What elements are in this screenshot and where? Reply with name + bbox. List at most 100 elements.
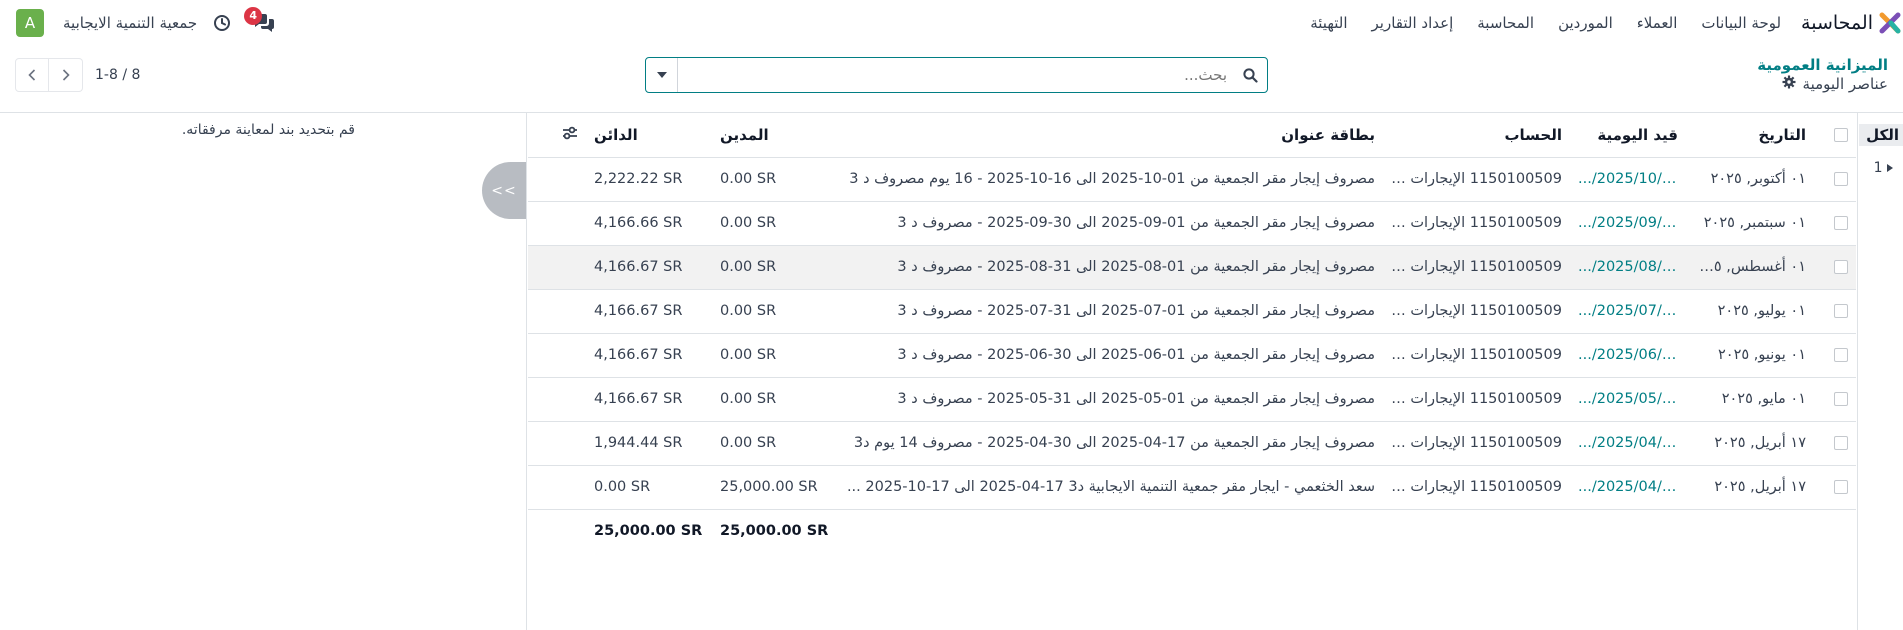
pager-next-button[interactable] xyxy=(49,58,83,92)
cell-credit: 4,166.67 SR xyxy=(586,245,712,290)
menu-accounting[interactable]: المحاسبة xyxy=(1477,14,1534,32)
cell-label: مصروف إيجار مقر الجمعية من 01-05-2025 ال… xyxy=(838,377,1383,422)
cell-date: ١٧ أبريل, ٢٠٢٥ xyxy=(1686,421,1814,466)
cell-credit: 0.00 SR xyxy=(586,465,712,510)
breadcrumb-balance-sheet[interactable]: الميزانية العمومية xyxy=(1757,56,1888,74)
cell-credit: 4,166.66 SR xyxy=(586,201,712,246)
cell-journal-entry[interactable]: .../2025/06/0016 xyxy=(1570,333,1686,378)
row-select-checkbox[interactable] xyxy=(1814,377,1856,422)
search-panel-item[interactable]: 1 xyxy=(1874,160,1893,176)
row-select-checkbox[interactable] xyxy=(1814,157,1856,202)
cell-account: 1150100509 الإيجارات - الم... xyxy=(1383,289,1570,334)
column-credit[interactable]: الدائن xyxy=(586,113,712,158)
cell-journal-entry[interactable]: .../2025/09/0003 xyxy=(1570,201,1686,246)
row-select-checkbox[interactable] xyxy=(1814,289,1856,334)
cell-label: مصروف إيجار مقر الجمعية من 01-07-2025 ال… xyxy=(838,289,1383,334)
cell-empty xyxy=(528,157,586,202)
company-switcher[interactable]: جمعية التنمية الايجابية xyxy=(63,14,197,32)
search-input[interactable] xyxy=(678,58,1233,92)
menu-configuration[interactable]: التهيئة xyxy=(1310,14,1347,32)
cell-date: ٠١ سبتمبر, ٢٠٢٥ xyxy=(1686,201,1814,246)
row-select-checkbox[interactable] xyxy=(1814,245,1856,290)
caret-right-icon xyxy=(1887,164,1893,172)
column-date[interactable]: التاريخ xyxy=(1686,113,1814,158)
attachment-hint: قم بتحديد بند لمعاينة مرفقاته. xyxy=(181,122,355,138)
row-select-checkbox[interactable] xyxy=(1814,201,1856,246)
cell-journal-entry[interactable]: .../2025/04/0021 xyxy=(1570,421,1686,466)
cell-account: 1150100509 الإيجارات - الم... xyxy=(1383,157,1570,202)
table-row[interactable]: ٠١ سبتمبر, ٢٠٢٥ .../2025/09/0003 1150100… xyxy=(528,201,1856,246)
search-bar xyxy=(645,57,1268,93)
search-options-toggle[interactable] xyxy=(646,58,678,92)
menu-vendors[interactable]: الموردين xyxy=(1558,14,1613,32)
cell-debit: 25,000.00 SR xyxy=(712,465,838,510)
table-header-row: التاريخ قيد اليومية الحساب بطاقة عنوان ا… xyxy=(528,113,1856,158)
caret-down-icon xyxy=(656,72,667,78)
cell-empty xyxy=(528,421,586,466)
activity-clock-icon[interactable] xyxy=(212,13,232,33)
app-logo-icon[interactable] xyxy=(1879,12,1901,34)
table-row[interactable]: ١٧ أبريل, ٢٠٢٥ .../2025/04/0021 11501005… xyxy=(528,421,1856,466)
row-select-checkbox[interactable] xyxy=(1814,421,1856,466)
cell-credit: 4,166.67 SR xyxy=(586,377,712,422)
table-row[interactable]: ٠١ يوليو, ٢٠٢٥ .../2025/07/0003 11501005… xyxy=(528,289,1856,334)
cell-credit: 4,166.67 SR xyxy=(586,333,712,378)
menu-dashboard[interactable]: لوحة البيانات xyxy=(1701,14,1781,32)
cell-empty xyxy=(528,289,586,334)
top-navbar: المحاسبة لوحة البيانات العملاء الموردين … xyxy=(0,0,1903,46)
column-journal-entry[interactable]: قيد اليومية xyxy=(1570,113,1686,158)
menu-customers[interactable]: العملاء xyxy=(1637,14,1678,32)
table-row[interactable]: ١٧ أبريل, ٢٠٢٥ .../2025/04/0003 11501005… xyxy=(528,465,1856,510)
optional-columns-toggle[interactable] xyxy=(528,113,586,158)
column-account[interactable]: الحساب xyxy=(1383,113,1570,158)
select-all-checkbox-cell[interactable] xyxy=(1814,113,1856,158)
cell-journal-entry[interactable]: .../2025/10/0003 xyxy=(1570,157,1686,202)
cell-empty xyxy=(528,201,586,246)
cell-journal-entry[interactable]: .../2025/08/0003 xyxy=(1570,245,1686,290)
table-row[interactable]: ٠١ أكتوبر, ٢٠٢٥ .../2025/10/0003 1150100… xyxy=(528,157,1856,202)
row-select-checkbox[interactable] xyxy=(1814,465,1856,510)
table-row[interactable]: ٠١ أغسطس, ٢٠٢٥ .../2025/08/0003 11501005… xyxy=(528,245,1856,290)
messages-button[interactable]: 4 xyxy=(244,7,277,36)
systray: A جمعية التنمية الايجابية 4 xyxy=(16,7,277,37)
cell-label: مصروف إيجار مقر الجمعية من 17-04-2025 ال… xyxy=(838,421,1383,466)
column-debit[interactable]: المدين xyxy=(712,113,838,158)
chevron-left-icon xyxy=(28,69,36,81)
cell-debit: 0.00 SR xyxy=(712,377,838,422)
cell-empty xyxy=(528,377,586,422)
journal-items-table: التاريخ قيد اليومية الحساب بطاقة عنوان ا… xyxy=(528,113,1856,553)
cell-journal-entry[interactable]: .../2025/05/0015 xyxy=(1570,377,1686,422)
cell-account: 1150100509 الإيجارات - الم... xyxy=(1383,245,1570,290)
app-name[interactable]: المحاسبة xyxy=(1801,12,1873,34)
cell-date: ٠١ أغسطس, ٢٠٢٥ xyxy=(1686,245,1814,290)
select-all-checkbox[interactable] xyxy=(1834,128,1848,143)
cell-journal-entry[interactable]: .../2025/07/0003 xyxy=(1570,289,1686,334)
user-avatar[interactable]: A xyxy=(16,9,44,37)
cell-label: مصروف إيجار مقر الجمعية من 01-10-2025 ال… xyxy=(838,157,1383,202)
search-panel: الكل 1 xyxy=(1857,113,1903,630)
row-select-checkbox[interactable] xyxy=(1814,333,1856,378)
pager-value[interactable]: 1-8 / 8 xyxy=(95,67,140,83)
menu-reporting[interactable]: إعداد التقارير xyxy=(1372,14,1454,32)
cell-label: مصروف إيجار مقر الجمعية من 01-08-2025 ال… xyxy=(838,245,1383,290)
search-icon[interactable] xyxy=(1233,58,1267,92)
cell-empty xyxy=(528,333,586,378)
pager: 1-8 / 8 xyxy=(15,58,140,92)
table-row[interactable]: ٠١ يونيو, ٢٠٢٥ .../2025/06/0016 11501005… xyxy=(528,333,1856,378)
main-menu: المحاسبة لوحة البيانات العملاء الموردين … xyxy=(1286,0,1903,46)
cell-credit: 1,944.44 SR xyxy=(586,421,712,466)
table-row[interactable]: ٠١ مايو, ٢٠٢٥ .../2025/05/0015 115010050… xyxy=(528,377,1856,422)
gear-icon[interactable] xyxy=(1782,75,1796,93)
column-label[interactable]: بطاقة عنوان xyxy=(838,113,1383,158)
cell-account: 1150100509 الإيجارات - الم... xyxy=(1383,201,1570,246)
page-title-text: عناصر اليومية xyxy=(1802,75,1888,93)
search-panel-all[interactable]: الكل xyxy=(1859,124,1903,146)
cell-label: مصروف إيجار مقر الجمعية من 01-06-2025 ال… xyxy=(838,333,1383,378)
control-panel-title: الميزانية العمومية عناصر اليومية xyxy=(1757,56,1888,93)
journal-items-list: التاريخ قيد اليومية الحساب بطاقة عنوان ا… xyxy=(528,113,1856,630)
toggle-attachment-pane-button[interactable]: << xyxy=(482,162,526,219)
cell-date: ٠١ مايو, ٢٠٢٥ xyxy=(1686,377,1814,422)
cell-journal-entry[interactable]: .../2025/04/0003 xyxy=(1570,465,1686,510)
pager-previous-button[interactable] xyxy=(15,58,49,92)
cell-credit: 4,166.67 SR xyxy=(586,289,712,334)
